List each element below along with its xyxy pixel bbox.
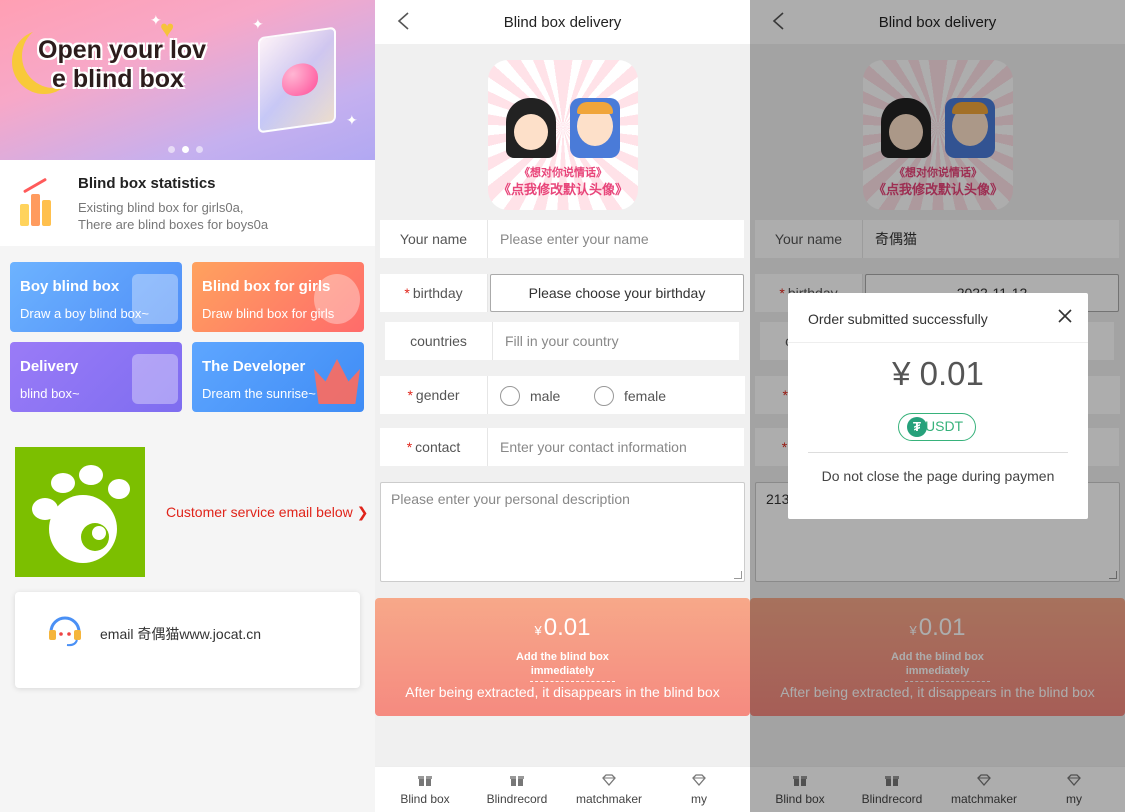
country-input[interactable]: Fill in your country bbox=[505, 322, 619, 360]
carousel-indicator[interactable] bbox=[168, 146, 203, 153]
usdt-pay-button[interactable]: ₮ USDT bbox=[898, 413, 976, 441]
diamond-icon bbox=[692, 774, 706, 786]
card-title: Boy blind box bbox=[20, 278, 120, 295]
home-screen: ♥ Open your lov e blind box ✦ ✦ ✦ Blind … bbox=[0, 0, 375, 812]
description-placeholder: Please enter your personal description bbox=[391, 491, 630, 507]
payment-amount: ¥ 0.01 bbox=[892, 355, 984, 392]
card-subtitle: blind box~ bbox=[20, 386, 80, 401]
gender-label: *gender bbox=[380, 376, 488, 414]
chart-icon bbox=[132, 354, 178, 404]
gender-female-option[interactable]: female bbox=[594, 376, 666, 414]
girl-avatar-image bbox=[506, 98, 556, 158]
statistics-girls-count: Existing blind box for girls0a, bbox=[78, 200, 244, 215]
carousel-dot[interactable] bbox=[168, 146, 175, 153]
boy-avatar-image bbox=[570, 98, 620, 158]
resize-handle-icon[interactable] bbox=[734, 571, 742, 579]
avatar-caption: 《点我修改默认头像》 bbox=[497, 182, 628, 197]
delivery-card[interactable]: Delivery blind box~ bbox=[10, 342, 182, 412]
contact-row: * contact Enter your contact information bbox=[380, 428, 744, 466]
card-title: The Developer bbox=[202, 358, 306, 375]
sparkle-icon: ✦ bbox=[346, 112, 358, 128]
gift-icon bbox=[510, 776, 524, 786]
carousel-dot[interactable] bbox=[196, 146, 203, 153]
gender-male-option[interactable]: male bbox=[500, 376, 560, 414]
paw-icon bbox=[15, 447, 145, 577]
card-subtitle: Dream the sunrise~ bbox=[202, 386, 316, 401]
birthday-label: *birthday bbox=[380, 274, 488, 312]
tab-my[interactable]: my bbox=[677, 767, 721, 812]
card-title: Delivery bbox=[20, 358, 79, 375]
diamond-icon bbox=[602, 774, 616, 786]
radio-icon[interactable] bbox=[594, 386, 614, 407]
support-email: email 奇偶猫www.jocat.cn bbox=[100, 626, 262, 642]
divider bbox=[788, 342, 1088, 343]
email-card[interactable]: email 奇偶猫www.jocat.cn bbox=[15, 592, 360, 688]
customer-service-link[interactable]: Customer service email below ❯ bbox=[166, 504, 368, 521]
girl-blind-box-card[interactable]: Blind box for girls Draw blind box for g… bbox=[192, 262, 364, 332]
boy-blind-box-card[interactable]: Boy blind box Draw a boy blind box~ bbox=[10, 262, 182, 332]
gender-row: * gender male female bbox=[380, 376, 745, 414]
crown-icon bbox=[314, 359, 360, 404]
contact-label: *contact bbox=[380, 428, 488, 466]
add-blind-box-label: Add the blind box immediately bbox=[516, 651, 609, 677]
pay-note: After being extracted, it disappears in … bbox=[405, 684, 720, 700]
delivery-form-screen: Blind box delivery 《想对你说情话》 《点我修改默认头像》 Y… bbox=[375, 0, 750, 812]
developer-card[interactable]: The Developer Dream the sunrise~ bbox=[192, 342, 364, 412]
card-subtitle: Draw a boy blind box~ bbox=[20, 306, 149, 321]
avatar-caption: 《想对你说情话》 bbox=[519, 167, 607, 179]
pay-button[interactable]: ¥0.01 Add the blind box immediately After… bbox=[375, 598, 750, 716]
sparkle-icon: ✦ bbox=[252, 16, 264, 32]
banner-headline: Open your lov e blind box bbox=[38, 36, 207, 93]
promo-banner[interactable]: ♥ Open your lov e blind box ✦ ✦ ✦ bbox=[0, 0, 375, 160]
birthday-picker[interactable]: Please choose your birthday bbox=[490, 274, 744, 312]
headset-icon bbox=[49, 616, 81, 647]
tab-blind-box[interactable]: Blind box bbox=[391, 767, 459, 812]
name-row: Your name Please enter your name bbox=[380, 220, 744, 258]
price: ¥0.01 bbox=[534, 614, 591, 641]
sparkle-icon: ✦ bbox=[150, 12, 162, 28]
statistics-title: Blind box statistics bbox=[78, 175, 216, 192]
statistics-section: Blind box statistics Existing blind box … bbox=[0, 160, 375, 246]
radio-icon[interactable] bbox=[500, 386, 520, 407]
countries-label: countries bbox=[385, 322, 493, 360]
avatar[interactable]: 《想对你说情话》 《点我修改默认头像》 bbox=[488, 60, 638, 210]
name-label: Your name bbox=[380, 220, 488, 258]
name-input[interactable]: Please enter your name bbox=[500, 220, 649, 258]
modal-title: Order submitted successfully bbox=[808, 311, 988, 327]
carousel-dot-active[interactable] bbox=[182, 146, 189, 153]
chevron-right-icon: ❯ bbox=[356, 504, 369, 520]
tab-blind-record[interactable]: Blindrecord bbox=[479, 767, 555, 812]
gift-icon bbox=[418, 776, 432, 786]
tether-icon: ₮ bbox=[907, 417, 927, 437]
pay-method-label: USDT bbox=[925, 418, 964, 434]
contact-input[interactable]: Enter your contact information bbox=[500, 428, 687, 466]
birthday-row: * birthday Please choose your birthday bbox=[380, 274, 744, 312]
divider bbox=[530, 681, 615, 682]
close-icon[interactable] bbox=[1056, 307, 1074, 325]
card-title: Blind box for girls bbox=[202, 278, 331, 295]
heart-icon bbox=[282, 61, 318, 99]
order-success-modal: Order submitted successfully ¥ 0.01 ₮ US… bbox=[788, 293, 1088, 519]
divider bbox=[808, 452, 1068, 453]
tab-bar: Blind box Blindrecord matchmaker my bbox=[375, 766, 750, 812]
tab-matchmaker[interactable]: matchmaker bbox=[569, 767, 649, 812]
card-subtitle: Draw blind box for girls bbox=[202, 306, 335, 321]
statistics-boys-count: There are blind boxes for boys0a bbox=[78, 217, 269, 232]
countries-row: countries Fill in your country bbox=[385, 322, 739, 360]
description-textarea[interactable]: Please enter your personal description bbox=[380, 482, 745, 582]
payment-warning: Do not close the page during paymen bbox=[821, 468, 1055, 484]
nav-header: Blind box delivery bbox=[375, 0, 750, 44]
cube-image bbox=[258, 26, 336, 134]
order-submitted-screen: Blind box delivery 《想对你说情话》 《点我修改默认头像》 Y… bbox=[750, 0, 1125, 812]
bar-chart-icon bbox=[18, 177, 58, 226]
page-title: Blind box delivery bbox=[503, 14, 622, 31]
